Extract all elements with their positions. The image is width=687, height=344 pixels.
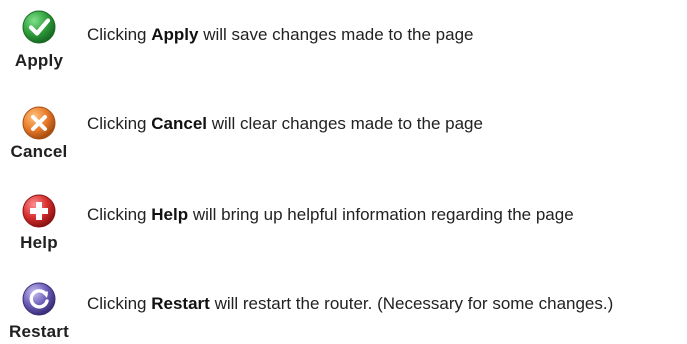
restart-description: Clicking Restart will restart the router… [87,294,613,314]
description-prefix: Clicking [87,114,152,133]
cancel-description: Clicking Cancel will clear changes made … [87,114,483,134]
description-suffix: will save changes made to the page [198,25,474,44]
help-button[interactable]: Help [0,172,78,252]
description-suffix: will clear changes made to the page [207,114,483,133]
description-keyword: Apply [151,25,199,44]
help-description: Clicking Help will bring up helpful info… [87,205,574,225]
plus-icon [22,194,56,228]
legend-row-help: Help Clicking Help will bring up helpful… [0,172,687,258]
help-button-label: Help [20,233,58,252]
restart-icon [22,282,56,316]
description-prefix: Clicking [87,294,152,313]
legend-row-apply: Apply Clicking Apply will save changes m… [0,0,687,86]
x-icon [22,106,56,140]
apply-button-label: Apply [14,51,64,70]
legend-row-cancel: Cancel Clicking Cancel will clear change… [0,86,687,172]
restart-button[interactable]: Restart [0,258,78,341]
description-prefix: Clicking [87,25,152,44]
description-prefix: Clicking [87,205,152,224]
description-suffix: will restart the router. (Necessary for … [209,294,614,313]
cancel-button-label: Cancel [10,142,68,161]
restart-button-label: Restart [9,322,69,341]
apply-button[interactable]: Apply [0,0,78,80]
description-keyword: Cancel [151,114,207,133]
description-keyword: Help [151,205,189,224]
check-icon [22,10,56,44]
apply-description: Clicking Apply will save changes made to… [87,25,474,45]
legend-row-restart: Restart Clicking Restart will restart th… [0,258,687,344]
cancel-button[interactable]: Cancel [0,86,78,166]
description-suffix: will bring up helpful information regard… [188,205,574,224]
description-keyword: Restart [151,294,210,313]
